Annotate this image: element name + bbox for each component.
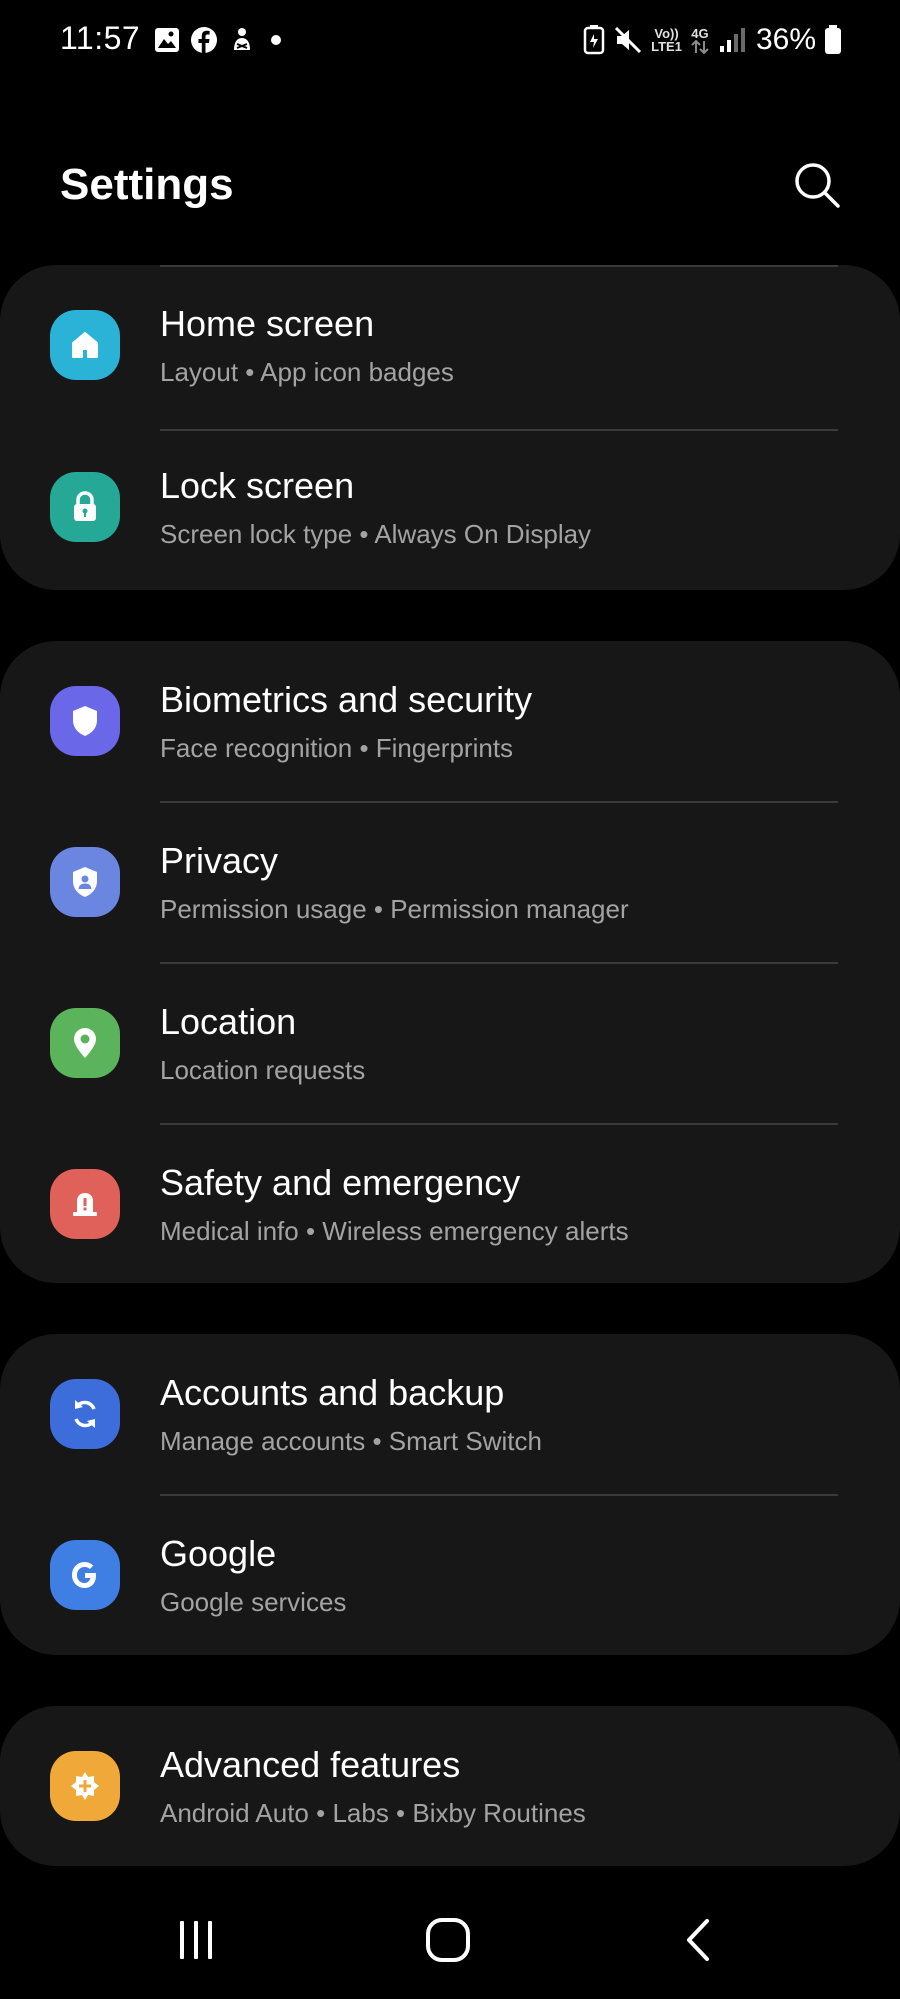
home-screen-subtitle: Layout • App icon badges bbox=[160, 357, 454, 387]
home-icon bbox=[426, 1917, 470, 1962]
accounts-backup-title: Accounts and backup bbox=[160, 1372, 505, 1413]
location-title: Location bbox=[160, 1001, 297, 1042]
safety-emergency-title: Safety and emergency bbox=[160, 1162, 521, 1203]
home-screen-title: Home screen bbox=[160, 303, 375, 344]
lock-screen-title: Lock screen bbox=[160, 465, 355, 506]
biometrics-icon bbox=[50, 686, 120, 756]
lock-screen-item[interactable]: Lock screen Screen lock type • Always On… bbox=[0, 427, 900, 587]
safety-emergency-item[interactable]: Safety and emergency Medical info • Wire… bbox=[0, 1124, 900, 1283]
google-title: Google bbox=[160, 1533, 277, 1574]
settings-group-security: Biometrics and security Face recognition… bbox=[0, 641, 900, 1283]
battery-saver-icon bbox=[583, 25, 605, 55]
location-icon bbox=[50, 1008, 120, 1078]
google-subtitle: Google services bbox=[160, 1587, 347, 1617]
mute-icon bbox=[615, 26, 642, 54]
location-item[interactable]: Location Location requests bbox=[0, 963, 900, 1123]
home-screen-icon bbox=[50, 310, 120, 380]
privacy-title: Privacy bbox=[160, 840, 279, 881]
advanced-features-icon bbox=[50, 1751, 120, 1821]
safety-emergency-icon bbox=[50, 1169, 120, 1239]
biometrics-subtitle: Face recognition • Fingerprints bbox=[160, 733, 514, 763]
battery-icon bbox=[825, 25, 841, 54]
accounts-backup-subtitle: Manage accounts • Smart Switch bbox=[160, 1426, 542, 1456]
biometrics-item[interactable]: Biometrics and security Face recognition… bbox=[0, 641, 900, 801]
facebook-icon bbox=[191, 27, 217, 53]
sync-icon bbox=[50, 1379, 120, 1449]
recents-icon bbox=[180, 1920, 212, 1959]
privacy-icon bbox=[50, 847, 120, 917]
dot-icon bbox=[271, 35, 281, 45]
advanced-features-item[interactable]: Advanced features Android Auto • Labs • … bbox=[0, 1706, 900, 1866]
navigation-bar bbox=[0, 1880, 900, 1999]
recents-button[interactable] bbox=[136, 1880, 256, 1999]
search-button[interactable] bbox=[790, 158, 844, 212]
status-bar: 11:57 Vo)) LTE1 4G 36% bbox=[0, 0, 900, 80]
advanced-features-title: Advanced features bbox=[160, 1744, 461, 1785]
biometrics-title: Biometrics and security bbox=[160, 679, 533, 720]
settings-group-advanced: Advanced features Android Auto • Labs • … bbox=[0, 1706, 900, 1866]
status-time: 11:57 bbox=[60, 20, 141, 56]
google-icon bbox=[50, 1540, 120, 1610]
search-icon bbox=[795, 163, 840, 208]
lock-screen-icon bbox=[50, 472, 120, 542]
game-icon bbox=[234, 28, 250, 50]
lte-label: LTE1 bbox=[651, 39, 682, 54]
home-screen-item[interactable]: Home screen Layout • App icon badges bbox=[0, 265, 900, 425]
volte-indicator: Vo)) LTE1 bbox=[651, 27, 682, 53]
battery-percent: 36% bbox=[755, 23, 816, 56]
status-indicators: Vo)) LTE1 4G 36% bbox=[583, 20, 842, 60]
advanced-features-subtitle: Android Auto • Labs • Bixby Routines bbox=[160, 1798, 586, 1828]
accounts-backup-item[interactable]: Accounts and backup Manage accounts • Sm… bbox=[0, 1334, 900, 1494]
back-icon bbox=[687, 1918, 709, 1961]
home-button[interactable] bbox=[388, 1880, 508, 1999]
notification-icons bbox=[154, 26, 286, 54]
location-subtitle: Location requests bbox=[160, 1055, 366, 1085]
settings-group-accounts: Accounts and backup Manage accounts • Sm… bbox=[0, 1334, 900, 1655]
google-item[interactable]: Google Google services bbox=[0, 1495, 900, 1655]
network-type-indicator: 4G bbox=[690, 27, 710, 54]
network-type-label: 4G bbox=[691, 25, 709, 41]
lock-screen-subtitle: Screen lock type • Always On Display bbox=[160, 519, 592, 549]
back-button[interactable] bbox=[640, 1880, 760, 1999]
privacy-item[interactable]: Privacy Permission usage • Permission ma… bbox=[0, 802, 900, 962]
settings-group-display: Home screen Layout • App icon badges Loc… bbox=[0, 265, 900, 590]
safety-emergency-subtitle: Medical info • Wireless emergency alerts bbox=[160, 1216, 629, 1246]
data-arrows-icon bbox=[691, 39, 709, 54]
gallery-icon bbox=[155, 28, 179, 52]
privacy-subtitle: Permission usage • Permission manager bbox=[160, 894, 629, 924]
signal-icon bbox=[719, 28, 745, 52]
page-title: Settings bbox=[60, 160, 234, 209]
